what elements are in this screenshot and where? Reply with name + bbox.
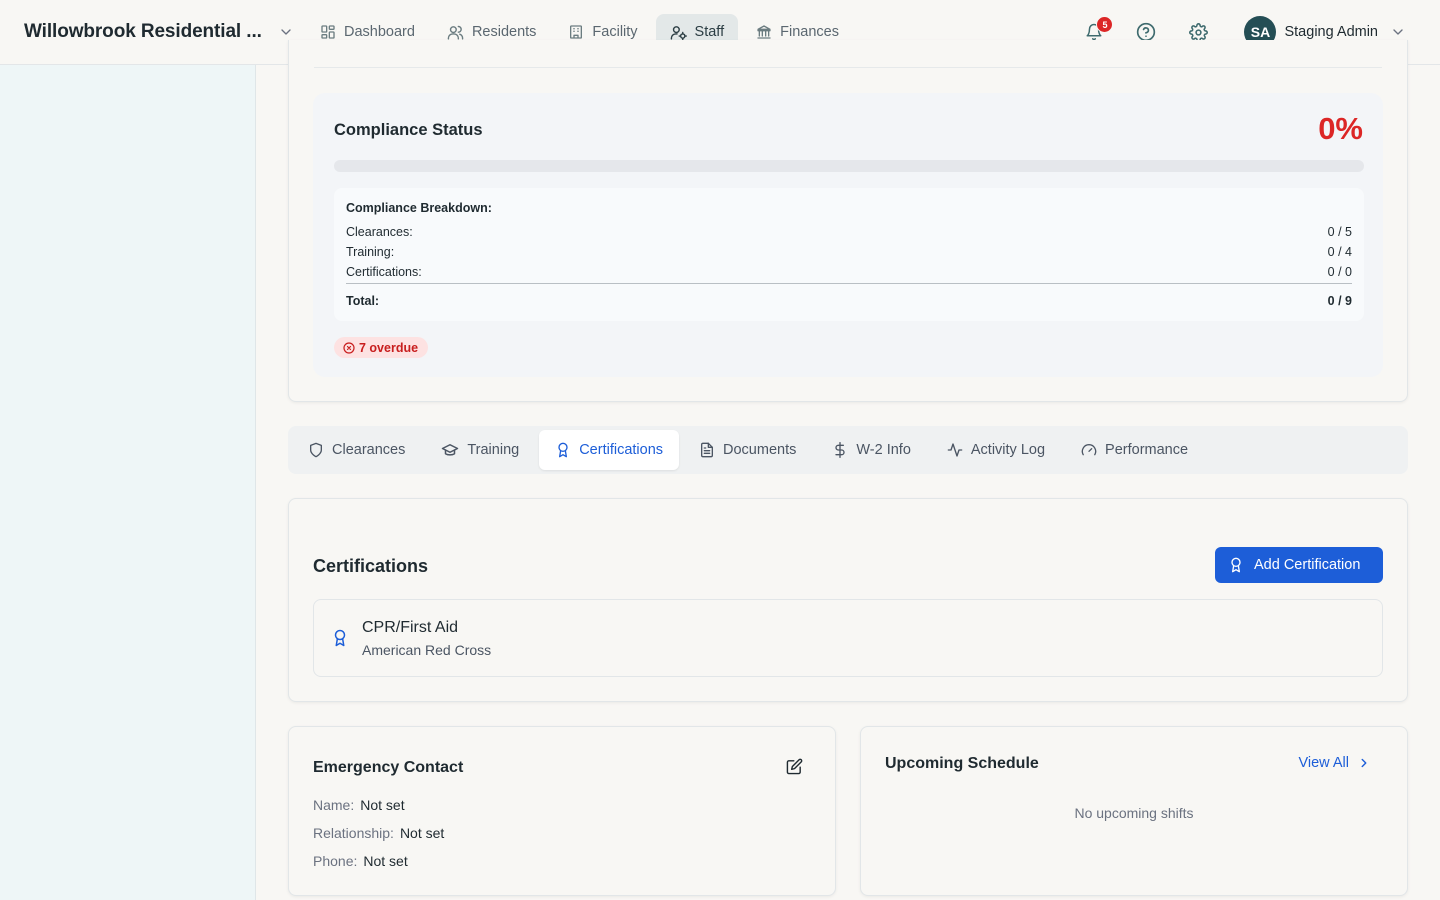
activity-icon bbox=[947, 442, 963, 458]
breakdown-value: 0 / 0 bbox=[1327, 265, 1352, 279]
divider bbox=[314, 67, 1382, 68]
view-all-link[interactable]: View All bbox=[1298, 755, 1371, 771]
shield-icon bbox=[308, 442, 324, 458]
compliance-progress-bar bbox=[334, 160, 1364, 172]
tab-performance[interactable]: Performance bbox=[1065, 430, 1204, 470]
field-value: Not set bbox=[399, 825, 445, 841]
emergency-contact-title: Emergency Contact bbox=[313, 759, 464, 776]
staff-tabs: Clearances Training Certifications Docum… bbox=[288, 426, 1408, 474]
notification-badge: 5 bbox=[1096, 16, 1114, 33]
view-all-label: View All bbox=[1298, 755, 1349, 771]
compliance-title: Compliance Status bbox=[334, 121, 483, 139]
breakdown-row-total: Total: 0 / 9 bbox=[346, 294, 1352, 308]
nav-label: Dashboard bbox=[344, 24, 415, 40]
nav-label: Residents bbox=[471, 24, 537, 40]
chevron-down-icon bbox=[278, 24, 294, 40]
breakdown-row-certifications: Certifications: 0 / 0 bbox=[346, 265, 1352, 279]
sidebar bbox=[0, 65, 256, 900]
gauge-icon bbox=[1081, 442, 1097, 458]
tab-label: Activity Log bbox=[970, 442, 1046, 458]
tab-label: Training bbox=[467, 442, 520, 458]
contact-name-row: Name: Not set bbox=[313, 797, 405, 813]
nav-label: Finances bbox=[780, 24, 839, 40]
certification-item[interactable]: CPR/First Aid American Red Cross bbox=[313, 599, 1383, 677]
award-icon bbox=[1228, 557, 1244, 573]
field-value: Not set bbox=[363, 853, 408, 869]
breakdown-title: Compliance Breakdown: bbox=[346, 201, 492, 215]
nav-label: Facility bbox=[592, 24, 638, 40]
breakdown-label: Total: bbox=[346, 294, 380, 308]
field-label: Relationship: bbox=[313, 825, 394, 841]
empty-state: No upcoming shifts bbox=[1074, 805, 1194, 821]
help-icon bbox=[1136, 22, 1156, 42]
staff-icon bbox=[670, 24, 687, 41]
edit-icon[interactable] bbox=[786, 758, 803, 775]
org-switcher[interactable]: Willowbrook Residential ... bbox=[24, 0, 294, 64]
award-icon bbox=[555, 442, 571, 458]
add-certification-button[interactable]: Add Certification bbox=[1215, 547, 1383, 583]
x-circle-icon bbox=[343, 341, 355, 354]
building-icon bbox=[568, 24, 584, 40]
gear-icon bbox=[1189, 22, 1208, 42]
add-certification-label: Add Certification bbox=[1254, 557, 1361, 573]
org-name: Willowbrook Residential ... bbox=[24, 21, 262, 42]
divider bbox=[346, 283, 1352, 284]
tab-label: Certifications bbox=[579, 442, 664, 458]
tab-w2-info[interactable]: W-2 Info bbox=[816, 430, 927, 470]
users-icon bbox=[447, 24, 464, 41]
award-icon bbox=[331, 628, 349, 648]
breakdown-label: Certifications: bbox=[346, 265, 422, 279]
breakdown-label: Clearances: bbox=[346, 225, 413, 239]
tab-clearances[interactable]: Clearances bbox=[292, 430, 421, 470]
breakdown-row-clearances: Clearances: 0 / 5 bbox=[346, 225, 1352, 239]
contact-phone-row: Phone: Not set bbox=[313, 853, 408, 869]
nav-label: Staff bbox=[694, 24, 725, 40]
tab-training[interactable]: Training bbox=[425, 430, 535, 470]
tab-label: Documents bbox=[723, 442, 797, 458]
contact-relationship-row: Relationship: Not set bbox=[313, 825, 444, 841]
breakdown-value: 0 / 9 bbox=[1327, 294, 1352, 308]
document-icon bbox=[699, 442, 715, 458]
tab-certifications[interactable]: Certifications bbox=[539, 430, 680, 470]
overdue-badge: 7 overdue bbox=[334, 337, 429, 358]
bank-icon bbox=[756, 24, 772, 40]
tab-label: Clearances bbox=[332, 442, 406, 458]
staff-overview-card: Compliance Status 0% Compliance Breakdow… bbox=[288, 40, 1408, 402]
tab-label: Performance bbox=[1105, 442, 1189, 458]
user-name: Staging Admin bbox=[1284, 24, 1378, 40]
certification-issuer: American Red Cross bbox=[362, 642, 492, 658]
tab-documents[interactable]: Documents bbox=[683, 430, 812, 470]
emergency-contact-card: Emergency Contact Name: Not set Relations… bbox=[288, 726, 836, 896]
certification-name: CPR/First Aid bbox=[362, 619, 459, 636]
compliance-panel: Compliance Status 0% Compliance Breakdow… bbox=[313, 93, 1383, 377]
field-label: Phone: bbox=[313, 853, 358, 869]
breakdown-label: Training: bbox=[346, 245, 395, 259]
tab-activity-log[interactable]: Activity Log bbox=[931, 430, 1061, 470]
tab-label: W-2 Info bbox=[856, 442, 911, 458]
chevron-right-icon bbox=[1357, 756, 1371, 770]
graduation-cap-icon bbox=[441, 441, 459, 459]
certifications-card: Certifications Add Certification CPR/Fir… bbox=[288, 498, 1408, 702]
field-label: Name: bbox=[313, 797, 355, 813]
overdue-label: 7 overdue bbox=[359, 340, 419, 355]
chevron-down-icon bbox=[1390, 24, 1406, 40]
certifications-title: Certifications bbox=[313, 556, 429, 576]
upcoming-schedule-card: Upcoming Schedule View All No upcoming s… bbox=[860, 726, 1408, 896]
breakdown-row-training: Training: 0 / 4 bbox=[346, 245, 1352, 259]
compliance-percent: 0% bbox=[1318, 111, 1363, 146]
breakdown-value: 0 / 5 bbox=[1327, 225, 1352, 239]
field-value: Not set bbox=[360, 797, 405, 813]
dollar-icon bbox=[832, 442, 848, 458]
dashboard-icon bbox=[320, 24, 336, 40]
compliance-breakdown: Compliance Breakdown: Clearances: 0 / 5 … bbox=[334, 188, 1364, 321]
schedule-title: Upcoming Schedule bbox=[885, 755, 1039, 772]
breakdown-value: 0 / 4 bbox=[1327, 245, 1352, 259]
